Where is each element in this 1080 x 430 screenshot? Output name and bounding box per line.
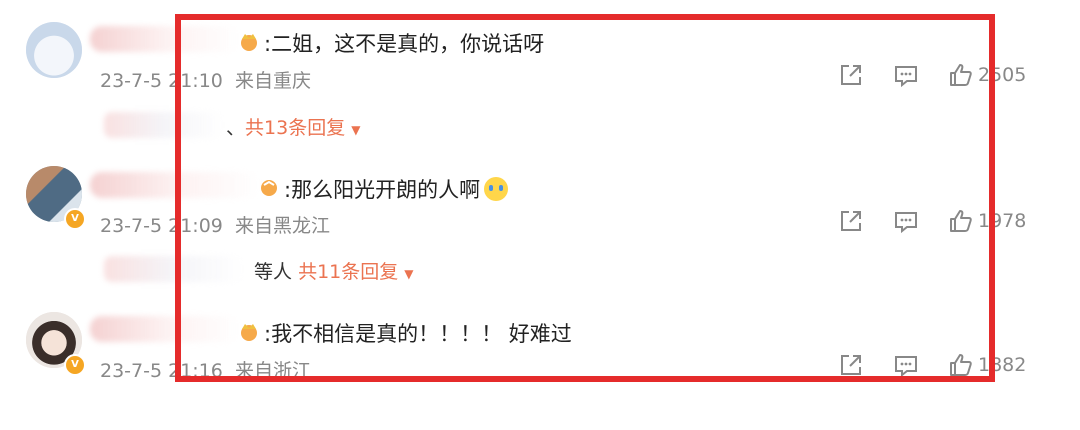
comment-icon — [895, 356, 917, 378]
like-button[interactable] — [948, 352, 974, 378]
comment-button[interactable] — [893, 208, 919, 234]
verified-icon: V — [64, 208, 86, 230]
like-count: 1882 — [978, 354, 1027, 376]
crown-icon — [241, 34, 257, 51]
reply-users: 、 — [226, 117, 246, 139]
username-blurred[interactable] — [90, 316, 240, 342]
comment-actions: 2505 — [838, 62, 1026, 88]
share-icon — [841, 211, 861, 231]
comment-text: :那么阳光开朗的人啊 — [284, 174, 509, 204]
like-button[interactable] — [948, 62, 974, 88]
share-button[interactable] — [838, 352, 864, 378]
comment-meta: 23-7-5 21:16 来自浙江 — [100, 356, 311, 383]
crown-icon — [241, 324, 257, 341]
reply-users-blurred[interactable] — [104, 256, 244, 282]
comment-text-content: :那么阳光开朗的人啊 — [284, 178, 481, 202]
comment-actions: 1978 — [838, 208, 1026, 234]
comment-date: 23-7-5 — [100, 360, 163, 382]
comment-time: 21:10 — [168, 70, 223, 92]
comment-button[interactable] — [893, 352, 919, 378]
username-blurred[interactable] — [90, 26, 240, 52]
comment-date: 23-7-5 — [100, 70, 163, 92]
comment-time: 21:09 — [168, 215, 223, 237]
comment-location: 来自浙江 — [234, 360, 311, 382]
crown-icon — [261, 180, 277, 196]
reply-count: 共11条回复 — [298, 261, 399, 283]
like-icon — [950, 354, 972, 376]
share-icon — [841, 355, 861, 375]
caret-down-icon: ▼ — [351, 123, 361, 137]
comment-item: V :那么阳光开朗的人啊 23-7-5 21:09 来自黑龙江 1978 等人 … — [0, 144, 1080, 284]
like-button[interactable] — [948, 208, 974, 234]
share-button[interactable] — [838, 62, 864, 88]
reply-users: 等人 — [254, 261, 293, 283]
reply-users-blurred[interactable] — [104, 112, 224, 138]
comment-text: :二姐，这不是真的，你说话呀 — [264, 32, 545, 56]
comment-icon — [895, 212, 917, 234]
crying-emoji-icon — [484, 177, 509, 201]
comment-meta: 23-7-5 21:09 来自黑龙江 — [100, 211, 330, 238]
comment-icon — [895, 66, 917, 88]
username-blurred[interactable] — [90, 172, 260, 198]
like-icon — [950, 210, 972, 232]
comment-text: :我不相信是真的！！！！ 好难过 — [264, 322, 572, 346]
comment-item: :二姐，这不是真的，你说话呀 23-7-5 21:10 来自重庆 2505 、共… — [0, 0, 1080, 140]
like-count: 1978 — [978, 210, 1027, 232]
comment-actions: 1882 — [838, 352, 1026, 378]
comment-meta: 23-7-5 21:10 来自重庆 — [100, 66, 311, 93]
replies-link[interactable]: 、共13条回复 ▼ — [226, 113, 360, 140]
reply-count: 共13条回复 — [245, 117, 346, 139]
share-button[interactable] — [838, 208, 864, 234]
comment-location: 来自黑龙江 — [234, 215, 330, 237]
comment-time: 21:16 — [168, 360, 223, 382]
avatar[interactable] — [26, 22, 82, 78]
comment-item: V :我不相信是真的！！！！ 好难过 23-7-5 21:16 来自浙江 188… — [0, 290, 1080, 430]
comment-button[interactable] — [893, 62, 919, 88]
like-icon — [950, 64, 972, 86]
comment-date: 23-7-5 — [100, 215, 163, 237]
verified-icon: V — [64, 354, 86, 376]
comment-location: 来自重庆 — [234, 70, 311, 92]
replies-link[interactable]: 等人 共11条回复 ▼ — [254, 257, 413, 284]
share-icon — [841, 65, 861, 85]
caret-down-icon: ▼ — [404, 267, 414, 281]
like-count: 2505 — [978, 64, 1027, 86]
